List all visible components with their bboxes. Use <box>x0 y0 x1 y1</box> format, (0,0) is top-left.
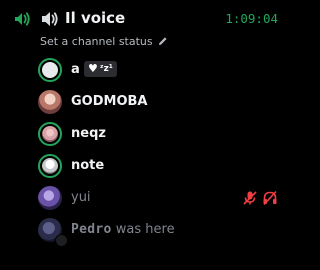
username: GODMOBA <box>71 94 148 109</box>
speaker-icon <box>42 12 58 26</box>
avatar <box>38 122 62 146</box>
voice-user-godmoba[interactable]: GODMOBA <box>38 89 278 117</box>
mic-muted-icon <box>243 191 257 205</box>
pedro-suffix: was here <box>111 222 175 237</box>
avatar <box>38 186 62 210</box>
voice-user-note[interactable]: note <box>38 153 278 181</box>
channel-status-placeholder: Set a channel status <box>40 34 153 48</box>
channel-name: Il voice <box>65 9 126 27</box>
username: Pedro <box>71 222 112 237</box>
heart-icon: ♥ <box>88 62 98 75</box>
voice-user-yui[interactable]: yui <box>38 185 278 213</box>
pedro-status-line: Pedro was here <box>71 222 175 237</box>
pencil-icon <box>158 37 167 45</box>
badge-text: ᶻz¹ <box>99 64 113 74</box>
username: neqz <box>71 126 106 141</box>
user-badge: ♥ ᶻz¹ <box>84 61 117 77</box>
avatar <box>38 90 62 114</box>
voice-user-pedro[interactable]: Pedro was here <box>38 217 278 247</box>
username: note <box>71 158 105 173</box>
set-channel-status[interactable]: Set a channel status <box>40 34 168 48</box>
avatar <box>38 154 62 178</box>
headphones-deafened-icon <box>263 190 277 206</box>
username: a <box>71 62 80 77</box>
username: yui <box>71 190 91 205</box>
avatar <box>38 58 62 82</box>
status-indicator <box>55 234 68 247</box>
voice-channel-header[interactable]: Il voice 1:09:04 <box>0 0 283 34</box>
voice-connected-icon <box>15 12 30 26</box>
voice-state-icons <box>242 190 278 206</box>
voice-user-neqz[interactable]: neqz <box>38 121 278 149</box>
voice-user-a[interactable]: a ♥ ᶻz¹ <box>38 57 278 85</box>
call-timer: 1:09:04 <box>225 11 278 26</box>
